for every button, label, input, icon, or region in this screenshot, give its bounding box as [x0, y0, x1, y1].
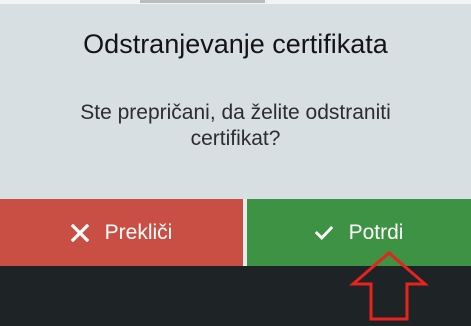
cancel-button[interactable]: Prekliči — [0, 199, 243, 266]
confirm-button[interactable]: Potrdi — [247, 199, 471, 266]
dialog-title: Odstranjevanje certifikata — [83, 29, 388, 59]
cancel-button-label: Prekliči — [104, 220, 173, 244]
confirm-button-label: Potrdi — [348, 220, 404, 244]
close-icon — [70, 223, 89, 242]
checkmark-icon — [314, 225, 333, 240]
screen: Odstranjevanje certifikata Ste prepričan… — [0, 0, 471, 326]
status-strip-mark — [140, 0, 265, 3]
confirmation-dialog: Odstranjevanje certifikata Ste prepričan… — [0, 4, 471, 199]
dialog-message: Ste prepričani, da želite odstraniti cer… — [80, 101, 391, 150]
